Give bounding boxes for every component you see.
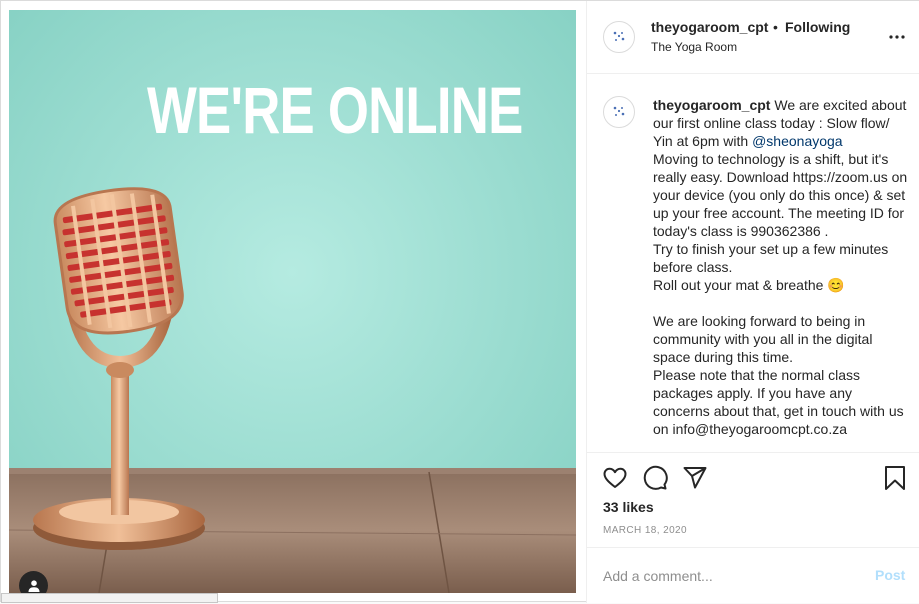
caption-line: Please note that the normal class packag… [653, 367, 904, 437]
caption-username[interactable]: theyogaroom_cpt [653, 97, 770, 113]
caption-avatar[interactable] [603, 96, 635, 128]
post-header: theyogaroom_cpt • Following The Yoga Roo… [587, 1, 919, 74]
post-sidebar: theyogaroom_cpt • Following The Yoga Roo… [586, 1, 919, 603]
bookmark-icon [885, 466, 905, 490]
action-bar: 33 likes MARCH 18, 2020 [587, 452, 919, 548]
post-date[interactable]: MARCH 18, 2020 [603, 525, 687, 536]
comment-button[interactable] [642, 465, 668, 491]
mention-link[interactable]: @sheonayoga [752, 133, 843, 149]
person-icon [28, 579, 39, 592]
tag-people-button[interactable] [19, 571, 48, 593]
caption-line: We are looking forward to being in commu… [653, 313, 873, 365]
paper-plane-icon [683, 467, 707, 489]
header-separator: • [773, 19, 778, 35]
caption-line: Try to finish your set up a few minutes … [653, 241, 889, 275]
logo-icon [613, 31, 625, 41]
heart-icon [603, 467, 627, 488]
comment-form: Post [587, 547, 919, 604]
post-image[interactable]: WE'RE ONLINE [9, 10, 576, 593]
headline-text: WE'RE ONLINE [147, 73, 523, 147]
logo-icon [613, 106, 625, 116]
save-button[interactable] [882, 465, 908, 491]
following-button[interactable]: Following [785, 19, 850, 35]
likes-count[interactable]: 33 likes [603, 499, 654, 515]
post-card: WE'RE ONLINE theyogaroom_cpt • Following… [0, 0, 919, 603]
comment-input[interactable] [603, 566, 853, 586]
header-location[interactable]: The Yoga Room [651, 40, 737, 54]
caption-text: theyogaroom_cpt We are excited about our… [653, 96, 911, 438]
caption-line: Moving to technology is a shift, but it'… [653, 151, 908, 239]
ellipsis-icon [889, 35, 905, 39]
caption-line: Roll out your mat & breathe 😊 [653, 277, 845, 293]
like-button[interactable] [602, 465, 628, 491]
more-options-button[interactable] [887, 27, 907, 47]
header-username[interactable]: theyogaroom_cpt [651, 19, 768, 35]
post-comment-button[interactable]: Post [875, 567, 905, 583]
avatar[interactable] [603, 21, 635, 53]
speech-bubble-icon [643, 465, 668, 490]
share-button[interactable] [682, 465, 708, 491]
caption-scroll-area[interactable]: theyogaroom_cpt We are excited about our… [587, 74, 919, 452]
